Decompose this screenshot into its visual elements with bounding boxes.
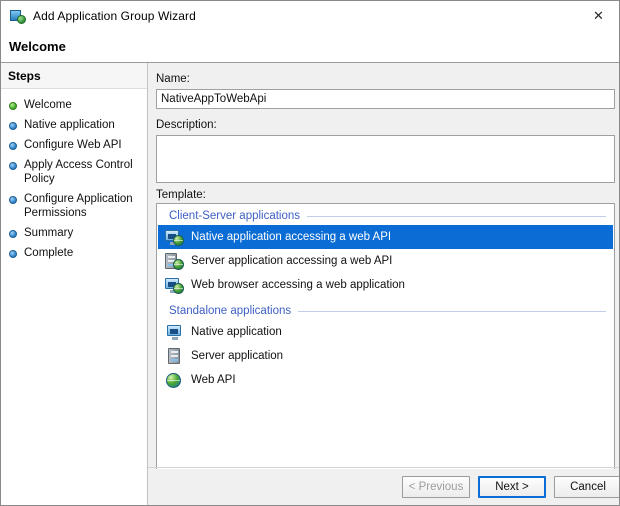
body-area: Steps Welcome Native application Configu… xyxy=(1,63,619,505)
template-list[interactable]: Client-Server applications Native applic… xyxy=(156,203,615,493)
template-item-web-api[interactable]: Web API xyxy=(158,368,613,392)
sidebar-item-label: Apply Access Control Policy xyxy=(24,159,133,185)
server-icon xyxy=(165,347,184,365)
sidebar-item-welcome[interactable]: Welcome xyxy=(1,95,147,115)
group-divider xyxy=(307,215,606,217)
sidebar-item-label: Complete xyxy=(24,247,74,259)
name-label: Name: xyxy=(156,73,190,85)
template-label: Template: xyxy=(156,189,206,201)
monitor-icon xyxy=(165,324,184,341)
page-title: Welcome xyxy=(9,39,66,54)
previous-button[interactable]: < Previous xyxy=(402,476,470,498)
step-status-icon xyxy=(9,122,17,130)
sidebar-item-complete[interactable]: Complete xyxy=(1,243,147,263)
cancel-button[interactable]: Cancel xyxy=(554,476,619,498)
globe-icon xyxy=(165,372,184,389)
template-group-header-standalone: Standalone applications xyxy=(157,303,614,319)
step-status-icon xyxy=(9,230,17,238)
sidebar-item-summary[interactable]: Summary xyxy=(1,223,147,243)
group-title: Client-Server applications xyxy=(169,210,301,222)
template-item-label: Native application xyxy=(191,326,282,338)
steps-header: Steps xyxy=(1,63,147,89)
template-item-label: Native application accessing a web API xyxy=(191,231,392,243)
step-status-icon xyxy=(9,142,17,150)
sidebar-item-configure-web-api[interactable]: Configure Web API xyxy=(1,135,147,155)
template-group-header-client-server: Client-Server applications xyxy=(157,208,614,224)
server-globe-icon xyxy=(165,252,184,270)
template-item-label: Server application accessing a web API xyxy=(191,255,393,267)
sidebar-item-native-application[interactable]: Native application xyxy=(1,115,147,135)
sidebar-item-configure-application-permissions[interactable]: Configure Application Permissions xyxy=(1,189,147,223)
window-title: Add Application Group Wizard xyxy=(33,9,196,23)
sidebar-item-label: Configure Application Permissions xyxy=(24,193,133,219)
template-item-label: Web browser accessing a web application xyxy=(191,279,405,291)
footer-bar xyxy=(148,469,619,505)
step-status-icon xyxy=(9,196,17,204)
template-item-label: Web API xyxy=(191,374,236,386)
step-status-icon xyxy=(9,162,17,170)
main-panel: Name: Description: Template: Client-Serv… xyxy=(148,63,619,505)
sidebar-item-label: Welcome xyxy=(24,99,72,111)
sidebar-item-label: Native application xyxy=(24,119,115,131)
close-icon[interactable]: ✕ xyxy=(576,1,619,30)
template-item-server-app-web-api[interactable]: Server application accessing a web API xyxy=(158,249,613,273)
template-item-native-app-web-api[interactable]: Native application accessing a web API xyxy=(158,225,613,249)
template-item-label: Server application xyxy=(191,350,284,362)
sidebar-item-label: Summary xyxy=(24,227,74,239)
group-divider xyxy=(298,310,606,312)
template-item-web-browser-web-app[interactable]: Web browser accessing a web application xyxy=(158,273,613,297)
monitor-globe-icon xyxy=(165,277,184,294)
next-button[interactable]: Next > xyxy=(478,476,546,498)
steps-sidebar: Steps Welcome Native application Configu… xyxy=(1,63,148,505)
steps-list: Welcome Native application Configure Web… xyxy=(1,89,147,263)
description-label: Description: xyxy=(156,119,217,131)
group-title: Standalone applications xyxy=(169,305,292,317)
template-item-native-application[interactable]: Native application xyxy=(158,320,613,344)
sidebar-item-apply-access-control-policy[interactable]: Apply Access Control Policy xyxy=(1,155,147,189)
page-header: Welcome xyxy=(1,31,619,63)
wizard-icon xyxy=(10,8,26,24)
step-status-icon xyxy=(9,102,17,110)
title-bar: Add Application Group Wizard ✕ xyxy=(1,1,619,31)
footer-divider xyxy=(148,467,619,468)
sidebar-item-label: Configure Web API xyxy=(24,139,122,151)
monitor-globe-icon xyxy=(165,229,184,246)
step-status-icon xyxy=(9,250,17,258)
template-item-server-application[interactable]: Server application xyxy=(158,344,613,368)
wizard-window: Add Application Group Wizard ✕ Welcome S… xyxy=(0,0,620,506)
name-input[interactable] xyxy=(156,89,615,109)
description-input[interactable] xyxy=(156,135,615,183)
